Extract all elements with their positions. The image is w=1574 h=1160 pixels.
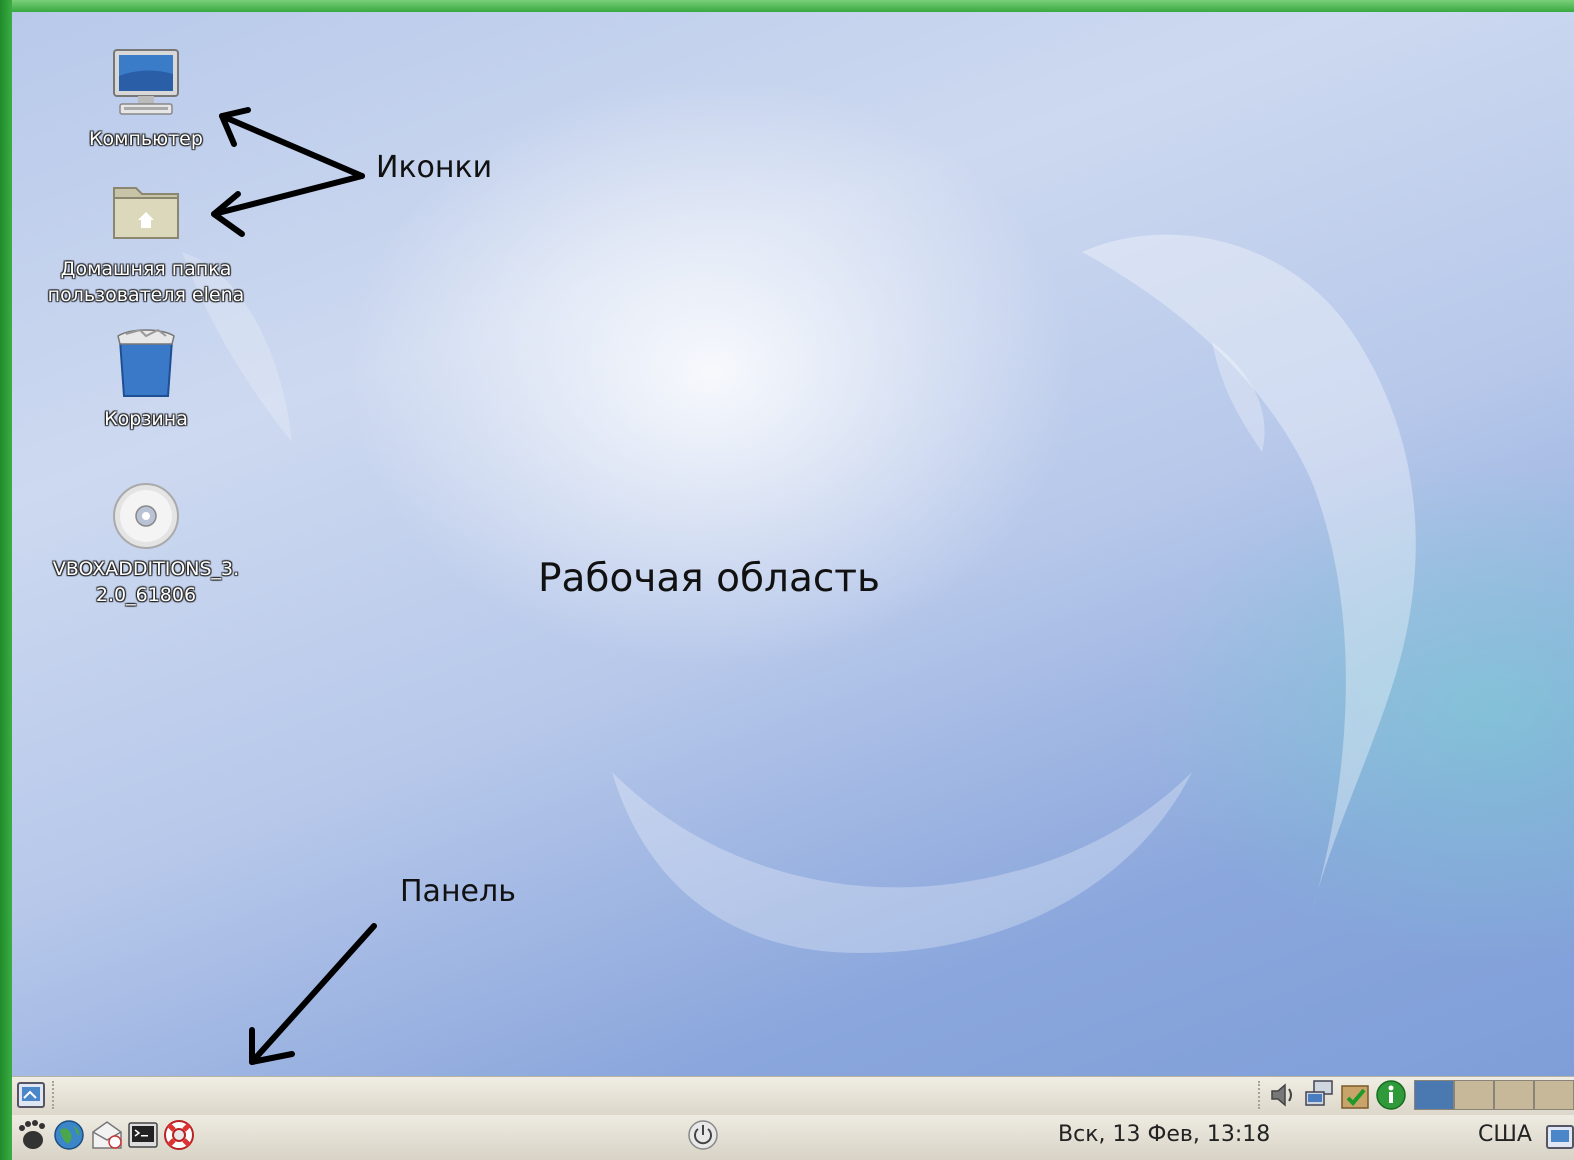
icon-label-line2: 2.0_61806 xyxy=(95,584,197,606)
show-desktop-button[interactable] xyxy=(14,1078,48,1112)
package-updates-icon xyxy=(1341,1085,1369,1109)
window-frame-left xyxy=(0,0,12,1160)
terminal-icon xyxy=(128,1122,158,1148)
show-desktop-button-right[interactable] xyxy=(1544,1120,1574,1154)
main-menu-button[interactable] xyxy=(14,1118,48,1152)
globe-icon xyxy=(54,1120,84,1150)
desktop-icon-trash[interactable]: Корзина xyxy=(36,326,256,432)
volume-button[interactable] xyxy=(1266,1078,1300,1112)
updates-button[interactable] xyxy=(1338,1078,1372,1112)
desktop-workspace[interactable]: Компьютер Домашняя папка пользователя el… xyxy=(12,12,1574,1076)
workspace-switcher-1[interactable] xyxy=(1414,1080,1454,1110)
show-desktop-icon xyxy=(1546,1125,1574,1149)
computer-icon xyxy=(106,46,186,126)
mail-clock-icon xyxy=(92,1121,122,1149)
annotation-icons: Иконки xyxy=(376,150,493,185)
speaker-icon xyxy=(1271,1083,1292,1107)
bottom-panel xyxy=(12,1115,1574,1160)
network-computers-icon xyxy=(1305,1080,1333,1106)
mail-launcher[interactable] xyxy=(90,1118,124,1152)
workspace-switcher-3[interactable] xyxy=(1494,1080,1534,1110)
icon-label-line2: пользователя elena xyxy=(47,284,245,306)
icon-label-line1: Домашняя папка xyxy=(60,258,232,280)
gnome-foot-icon xyxy=(19,1120,45,1149)
help-launcher[interactable] xyxy=(162,1118,196,1152)
icon-label: Компьютер xyxy=(89,128,203,150)
home-folder-icon xyxy=(106,176,186,256)
desktop-icon-home-folder[interactable]: Домашняя папка пользователя elena xyxy=(36,176,256,308)
panel-clock[interactable]: Вск, 13 Фев, 13:18 xyxy=(1058,1122,1270,1147)
network-button[interactable] xyxy=(1302,1078,1336,1112)
terminal-launcher[interactable] xyxy=(126,1118,160,1152)
logout-power-button[interactable] xyxy=(686,1118,720,1152)
workspace-switcher-2[interactable] xyxy=(1454,1080,1494,1110)
power-icon xyxy=(688,1120,718,1150)
trash-icon xyxy=(106,326,186,406)
annotation-panel: Панель xyxy=(400,874,516,909)
web-browser-launcher[interactable] xyxy=(52,1118,86,1152)
window-frame-top xyxy=(0,0,1574,12)
panel-grip-right[interactable] xyxy=(1258,1081,1264,1109)
info-icon xyxy=(1376,1080,1406,1110)
icon-label: Корзина xyxy=(104,408,188,430)
info-button[interactable] xyxy=(1374,1078,1408,1112)
desktop-icon-computer[interactable]: Компьютер xyxy=(36,46,256,152)
workspace-switcher-4[interactable] xyxy=(1534,1080,1574,1110)
cd-disc-icon xyxy=(106,476,186,556)
desktop-icon-cd-vboxadditions[interactable]: VBOXADDITIONS_3. 2.0_61806 xyxy=(36,476,256,608)
keyboard-layout-indicator[interactable]: США xyxy=(1478,1122,1532,1147)
panel-grip[interactable] xyxy=(52,1081,58,1109)
lifebuoy-icon xyxy=(164,1120,194,1150)
show-desktop-icon xyxy=(17,1082,45,1108)
annotation-workspace: Рабочая область xyxy=(538,556,881,601)
icon-label-line1: VBOXADDITIONS_3. xyxy=(52,558,240,580)
